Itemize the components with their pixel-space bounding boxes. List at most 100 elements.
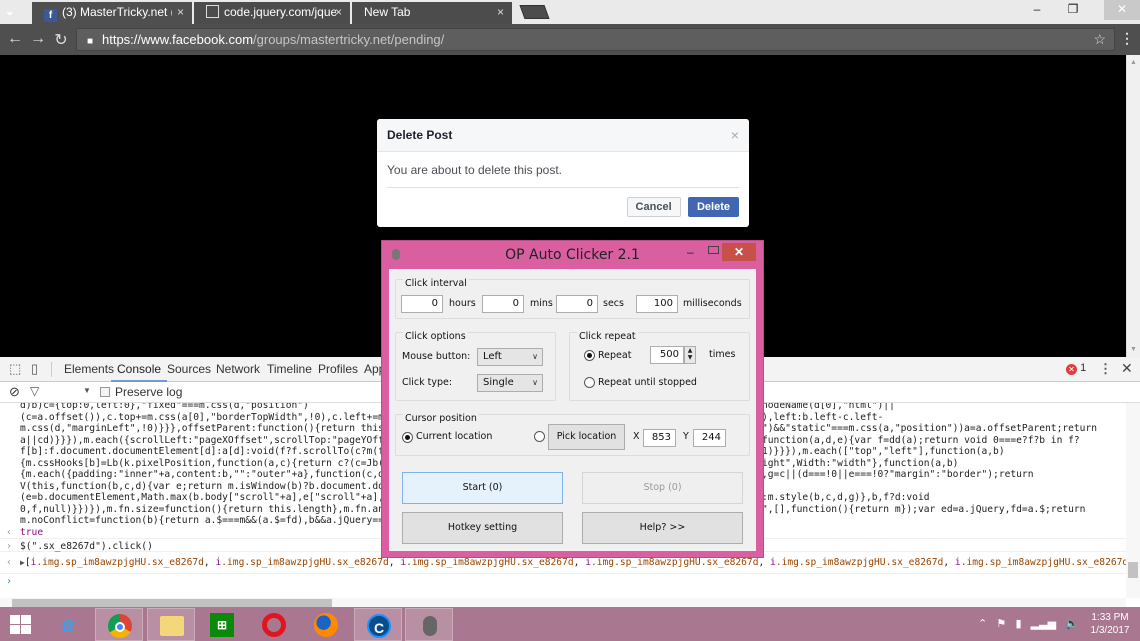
forward-button[interactable]: → bbox=[29, 30, 47, 48]
volume-icon[interactable]: 🔈 bbox=[1065, 618, 1079, 630]
help-button[interactable]: Help? >> bbox=[582, 512, 743, 544]
taskbar-store[interactable]: ⊞ bbox=[198, 608, 246, 641]
divider bbox=[0, 573, 1126, 574]
hours-input[interactable]: 0 bbox=[401, 295, 443, 313]
milliseconds-input[interactable]: 100 bbox=[636, 295, 678, 313]
taskbar-firefox[interactable] bbox=[302, 608, 350, 641]
hotkey-setting-button[interactable]: Hotkey setting bbox=[402, 512, 563, 544]
preserve-log-checkbox[interactable] bbox=[100, 387, 110, 397]
close-icon[interactable]: × bbox=[731, 119, 739, 151]
console-result-array[interactable]: ▶[i.img.sp_im8awzpjgHU.sx_e8267d, i.img.… bbox=[20, 557, 1126, 569]
filter-icon[interactable]: ▽ bbox=[30, 384, 39, 398]
click-type-label: Click type: bbox=[402, 377, 453, 388]
scrollbar-thumb[interactable] bbox=[12, 599, 332, 607]
reload-button[interactable]: ↻ bbox=[52, 30, 70, 50]
clear-console-icon[interactable]: ⊘ bbox=[9, 384, 20, 400]
taskbar-clock[interactable]: 1:33 PM 1/3/2017 bbox=[1082, 611, 1138, 637]
new-tab-button[interactable] bbox=[519, 5, 550, 19]
tab-elements[interactable]: Elements bbox=[64, 357, 114, 382]
device-mode-icon[interactable]: ▯ bbox=[31, 361, 38, 377]
taskbar-opera[interactable] bbox=[250, 608, 298, 641]
console-code-line: {m.each({padding:"inner"+a,content:b,"":… bbox=[20, 469, 402, 480]
x-coordinate-input[interactable]: 853 bbox=[643, 429, 676, 447]
page-scrollbar[interactable]: ▲ ▼ bbox=[1126, 55, 1140, 357]
tab-close-icon[interactable]: × bbox=[335, 2, 342, 23]
tab-console[interactable]: Console bbox=[111, 357, 168, 382]
chrome-icon bbox=[108, 614, 132, 638]
scrollbar-thumb[interactable] bbox=[1128, 562, 1138, 578]
scroll-up-icon[interactable]: ▲ bbox=[1130, 59, 1137, 66]
maximize-button[interactable] bbox=[708, 246, 719, 254]
taskbar-chrome[interactable] bbox=[95, 608, 143, 641]
start-button[interactable] bbox=[0, 608, 48, 641]
wifi-signal-icon[interactable]: ▂▃▅ bbox=[1031, 618, 1056, 630]
stop-button[interactable]: Stop (0) bbox=[582, 472, 743, 504]
repeat-count-stepper[interactable]: ▲ ▼ bbox=[684, 346, 696, 364]
start-button[interactable]: Start (0) bbox=[402, 472, 563, 504]
browser-tab-jquery[interactable]: code.jquery.com/jquery- × bbox=[194, 2, 350, 25]
cancel-button[interactable]: Cancel bbox=[626, 197, 681, 217]
action-center-flag-icon[interactable]: ⚑ bbox=[996, 618, 1006, 630]
group-label: Cursor position bbox=[403, 413, 479, 424]
devtools-menu-icon[interactable]: ⋮ bbox=[1099, 361, 1112, 377]
current-location-radio[interactable] bbox=[402, 432, 413, 443]
console-prompt-icon[interactable]: › bbox=[6, 576, 12, 587]
result-item-selector: .img.sp_im8awzpjgHU.sx_e8267d bbox=[36, 557, 204, 568]
battery-icon[interactable]: ▮ bbox=[1015, 618, 1021, 630]
console-code-line: ight",Width:"width"},function(a,b) bbox=[762, 457, 959, 469]
pick-location-button[interactable]: Pick location bbox=[548, 424, 625, 450]
console-code-line: ,g=c||(d===!0||e===!0?"margin":"border")… bbox=[762, 469, 1034, 480]
browser-tab-new[interactable]: New Tab × bbox=[352, 2, 512, 25]
taskbar-file-explorer[interactable] bbox=[147, 608, 195, 641]
browser-tab-facebook[interactable]: f (3) MasterTricky.net (FRE × bbox=[32, 2, 192, 25]
console-vertical-scrollbar[interactable] bbox=[1126, 403, 1140, 598]
minimize-button[interactable]: – bbox=[687, 245, 694, 259]
close-button[interactable]: ✕ bbox=[722, 243, 756, 261]
tab-profiles[interactable]: Profiles bbox=[318, 357, 358, 382]
bookmark-star-icon[interactable]: ☆ bbox=[1093, 29, 1106, 50]
divider bbox=[387, 187, 739, 188]
chevron-down-icon: ∨ bbox=[532, 352, 538, 361]
taskbar-auto-clicker[interactable] bbox=[405, 608, 453, 641]
divider bbox=[51, 362, 52, 377]
window-title: OP Auto Clicker 2.1 bbox=[505, 247, 640, 263]
restore-button[interactable]: ❐ bbox=[1058, 0, 1088, 20]
delete-button[interactable]: Delete bbox=[687, 197, 739, 217]
minimize-button[interactable]: – bbox=[1022, 0, 1052, 20]
tab-sources[interactable]: Sources bbox=[167, 357, 211, 382]
secs-input[interactable]: 0 bbox=[556, 295, 598, 313]
pick-location-radio[interactable] bbox=[534, 431, 545, 442]
repeat-until-stopped-radio[interactable] bbox=[584, 377, 595, 388]
url-domain: www.facebook.com bbox=[141, 32, 254, 47]
back-button[interactable]: ← bbox=[6, 30, 24, 48]
result-arrow-icon: ‹ bbox=[6, 527, 13, 538]
error-count: 1 bbox=[1080, 362, 1087, 374]
windows-logo-icon bbox=[10, 615, 31, 635]
show-hidden-icons[interactable]: ⌃ bbox=[978, 618, 987, 630]
hours-label: hours bbox=[449, 298, 476, 309]
click-type-select[interactable]: Single ∨ bbox=[477, 374, 543, 392]
repeat-until-stopped-label: Repeat until stopped bbox=[598, 377, 697, 388]
address-bar[interactable]: ■ https://www.facebook.com/groups/mastert… bbox=[76, 28, 1115, 51]
repeat-count-input[interactable]: 500 bbox=[650, 346, 684, 364]
browser-menu-icon[interactable]: ⋮ bbox=[1120, 30, 1134, 47]
close-window-button[interactable]: ✕ bbox=[1104, 0, 1140, 20]
inspect-element-icon[interactable]: ⬚ bbox=[9, 361, 21, 377]
mouse-button-select[interactable]: Left ∨ bbox=[477, 348, 543, 366]
console-horizontal-scrollbar[interactable] bbox=[0, 598, 1126, 607]
tab-close-icon[interactable]: × bbox=[177, 2, 184, 23]
y-coordinate-input[interactable]: 244 bbox=[693, 429, 726, 447]
scroll-down-icon[interactable]: ▼ bbox=[1130, 346, 1137, 353]
context-dropdown-icon[interactable]: ▼ bbox=[83, 386, 91, 395]
repeat-radio[interactable] bbox=[584, 350, 595, 361]
tab-network[interactable]: Network bbox=[216, 357, 260, 382]
taskbar-cleanmaster[interactable]: C bbox=[354, 608, 402, 641]
mins-input[interactable]: 0 bbox=[482, 295, 524, 313]
system-tray: ⌃ ⚑ ▮ ▂▃▅ 🔈 bbox=[978, 617, 1079, 630]
devtools-close-icon[interactable]: ✕ bbox=[1121, 360, 1133, 377]
group-label: Click options bbox=[403, 331, 468, 342]
tab-close-icon[interactable]: × bbox=[497, 2, 504, 23]
tab-timeline[interactable]: Timeline bbox=[267, 357, 312, 382]
taskbar-internet-explorer[interactable]: e bbox=[44, 608, 92, 641]
error-count-badge[interactable]: ✕ 1 bbox=[1066, 362, 1086, 375]
